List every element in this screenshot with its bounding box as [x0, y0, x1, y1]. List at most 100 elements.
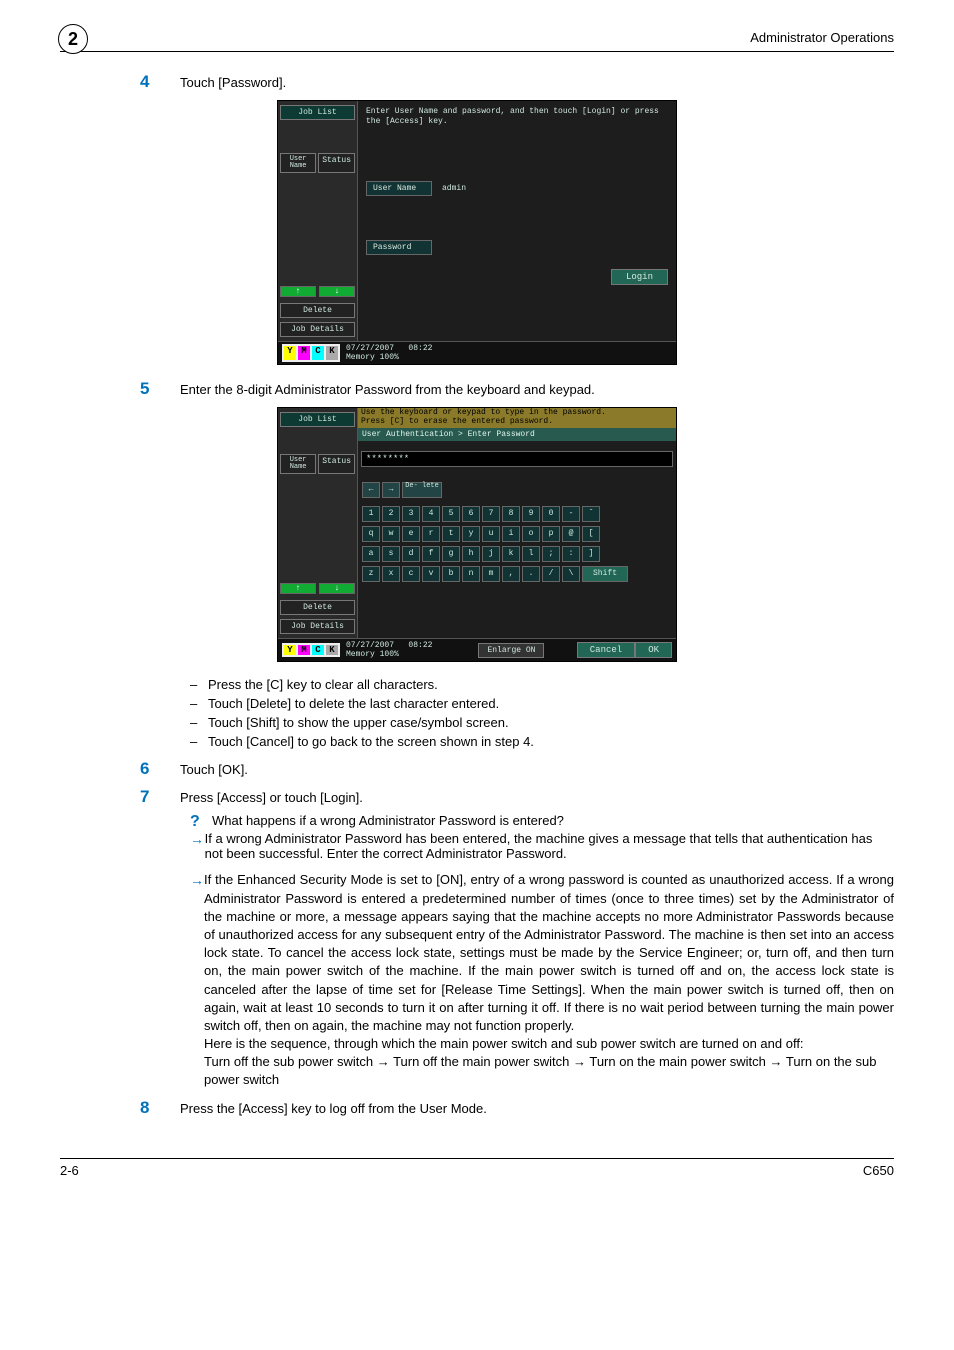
header-title: Administrator Operations — [60, 30, 894, 45]
ss2-jobdetails-button[interactable]: Job Details — [280, 619, 355, 634]
key-/[interactable]: / — [542, 566, 560, 582]
key-t[interactable]: t — [442, 526, 460, 542]
key-f[interactable]: f — [422, 546, 440, 562]
key-ˆ[interactable]: ˆ — [582, 506, 600, 522]
ss1-up-arrow-button[interactable]: ↑ — [280, 286, 316, 297]
key-m[interactable]: m — [482, 566, 500, 582]
key-,[interactable]: , — [502, 566, 520, 582]
ss2-cancel-button[interactable]: Cancel — [577, 642, 635, 658]
ss1-delete-button[interactable]: Delete — [280, 303, 355, 318]
ss1-time: 08:22 — [408, 344, 432, 353]
key-d[interactable]: d — [402, 546, 420, 562]
key-:[interactable]: : — [562, 546, 580, 562]
step-8: 8 Press the [Access] key to log off from… — [140, 1098, 894, 1118]
key-x[interactable]: x — [382, 566, 400, 582]
ss2-kb-delete-button[interactable]: De- lete — [402, 482, 442, 498]
hint-1: Press the [C] key to clear all character… — [208, 676, 438, 695]
hints-list: –Press the [C] key to clear all characte… — [190, 676, 894, 751]
key-2[interactable]: 2 — [382, 506, 400, 522]
key-8[interactable]: 8 — [502, 506, 520, 522]
note-paragraph-1: If the Enhanced Security Mode is set to … — [204, 871, 894, 1035]
key-9[interactable]: 9 — [522, 506, 540, 522]
note-paragraph-3: Turn off the sub power switch → Turn off… — [204, 1053, 894, 1089]
ss1-login-button[interactable]: Login — [611, 269, 668, 285]
hint-3: Touch [Shift] to show the upper case/sym… — [208, 714, 509, 733]
ss2-delete-button[interactable]: Delete — [280, 600, 355, 615]
ss2-cursor-right-button[interactable]: → — [382, 482, 400, 498]
ss2-password-field[interactable]: ******** — [361, 451, 673, 467]
ss1-password-button[interactable]: Password — [366, 240, 432, 255]
key-.[interactable]: . — [522, 566, 540, 582]
hint-4: Touch [Cancel] to go back to the screen … — [208, 733, 534, 752]
key-0[interactable]: 0 — [542, 506, 560, 522]
ss1-jobdetails-button[interactable]: Job Details — [280, 322, 355, 337]
hint-2: Touch [Delete] to delete the last charac… — [208, 695, 499, 714]
key-3[interactable]: 3 — [402, 506, 420, 522]
key-n[interactable]: n — [462, 566, 480, 582]
ss2-cursor-left-button[interactable]: ← — [362, 482, 380, 498]
key-[[interactable]: [ — [582, 526, 600, 542]
shift-key[interactable]: Shift — [582, 566, 628, 582]
key-e[interactable]: e — [402, 526, 420, 542]
key-q[interactable]: q — [362, 526, 380, 542]
keyboard-row-1: 1234567890-ˆ — [358, 504, 676, 524]
key-7[interactable]: 7 — [482, 506, 500, 522]
ss1-user-tab[interactable]: User Name — [280, 153, 316, 173]
key-j[interactable]: j — [482, 546, 500, 562]
note-paragraph-2: Here is the sequence, through which the … — [204, 1035, 894, 1053]
footer-page-number: 2-6 — [60, 1163, 79, 1178]
step-6: 6 Touch [OK]. — [140, 759, 894, 779]
key-1[interactable]: 1 — [362, 506, 380, 522]
ss2-ok-button[interactable]: OK — [635, 642, 672, 658]
ss1-status-tab[interactable]: Status — [318, 153, 355, 173]
key-o[interactable]: o — [522, 526, 540, 542]
ss1-memory: Memory 100% — [346, 353, 399, 362]
ss2-memory: Memory 100% — [346, 650, 399, 659]
ss2-breadcrumb: User Authentication > Enter Password — [358, 428, 676, 441]
key-l[interactable]: l — [522, 546, 540, 562]
key-4[interactable]: 4 — [422, 506, 440, 522]
step-8-text: Press the [Access] key to log off from t… — [180, 1101, 894, 1116]
key-v[interactable]: v — [422, 566, 440, 582]
security-note: → If the Enhanced Security Mode is set t… — [190, 871, 894, 1089]
screenshot-login: Job List Enter User Name and password, a… — [277, 100, 677, 365]
ss2-up-arrow-button[interactable]: ↑ — [280, 583, 316, 594]
answer-arrow-icon: → — [190, 831, 205, 847]
key-\[interactable]: \ — [562, 566, 580, 582]
key-u[interactable]: u — [482, 526, 500, 542]
key-g[interactable]: g — [442, 546, 460, 562]
key-a[interactable]: a — [362, 546, 380, 562]
key-][interactable]: ] — [582, 546, 600, 562]
ss1-instruction: Enter User Name and password, and then t… — [362, 105, 672, 128]
key-w[interactable]: w — [382, 526, 400, 542]
key-s[interactable]: s — [382, 546, 400, 562]
ss1-down-arrow-button[interactable]: ↓ — [319, 286, 355, 297]
key-i[interactable]: i — [502, 526, 520, 542]
key-;[interactable]: ; — [542, 546, 560, 562]
key-@[interactable]: @ — [562, 526, 580, 542]
ss2-status-tab[interactable]: Status — [318, 454, 355, 474]
key-h[interactable]: h — [462, 546, 480, 562]
ss2-enlarge-button[interactable]: Enlarge ON — [478, 643, 544, 658]
key-c[interactable]: c — [402, 566, 420, 582]
step-5-text: Enter the 8-digit Administrator Password… — [180, 382, 894, 397]
key-r[interactable]: r — [422, 526, 440, 542]
key-y[interactable]: y — [462, 526, 480, 542]
key-z[interactable]: z — [362, 566, 380, 582]
key-p[interactable]: p — [542, 526, 560, 542]
ss1-joblist-button[interactable]: Job List — [280, 105, 355, 120]
key--[interactable]: - — [562, 506, 580, 522]
ss2-down-arrow-button[interactable]: ↓ — [319, 583, 355, 594]
ss1-username-button[interactable]: User Name — [366, 181, 432, 196]
note-arrow-icon: → — [190, 871, 204, 891]
step-7-text: Press [Access] or touch [Login]. — [180, 790, 894, 805]
question-mark-icon: ? — [190, 813, 212, 831]
ss2-user-tab[interactable]: User Name — [280, 454, 316, 474]
key-k[interactable]: k — [502, 546, 520, 562]
key-6[interactable]: 6 — [462, 506, 480, 522]
key-b[interactable]: b — [442, 566, 460, 582]
step-4: 4 Touch [Password]. — [140, 72, 894, 92]
key-5[interactable]: 5 — [442, 506, 460, 522]
step-7: 7 Press [Access] or touch [Login]. — [140, 787, 894, 807]
ss2-joblist-button[interactable]: Job List — [280, 412, 355, 427]
